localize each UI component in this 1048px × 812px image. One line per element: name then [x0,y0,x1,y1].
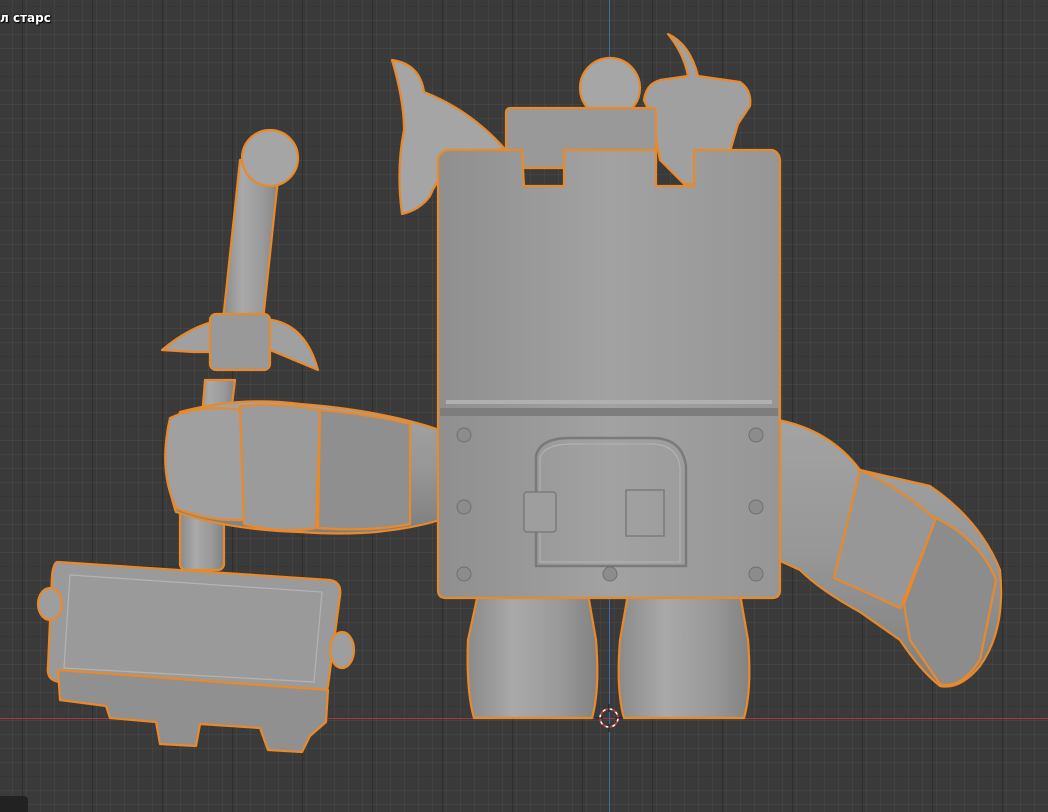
right-arm[interactable] [776,418,1003,688]
viewport-object-name: л старс [0,11,51,25]
torso[interactable] [436,148,782,600]
3d-viewport[interactable]: л старс [0,0,1048,812]
left-leg[interactable] [466,592,599,720]
robot-model[interactable] [0,0,1048,812]
3d-cursor-icon[interactable] [595,704,623,732]
right-leg[interactable] [617,592,751,720]
left-arm[interactable] [164,400,442,535]
viewport-corner-widget[interactable] [0,796,28,812]
